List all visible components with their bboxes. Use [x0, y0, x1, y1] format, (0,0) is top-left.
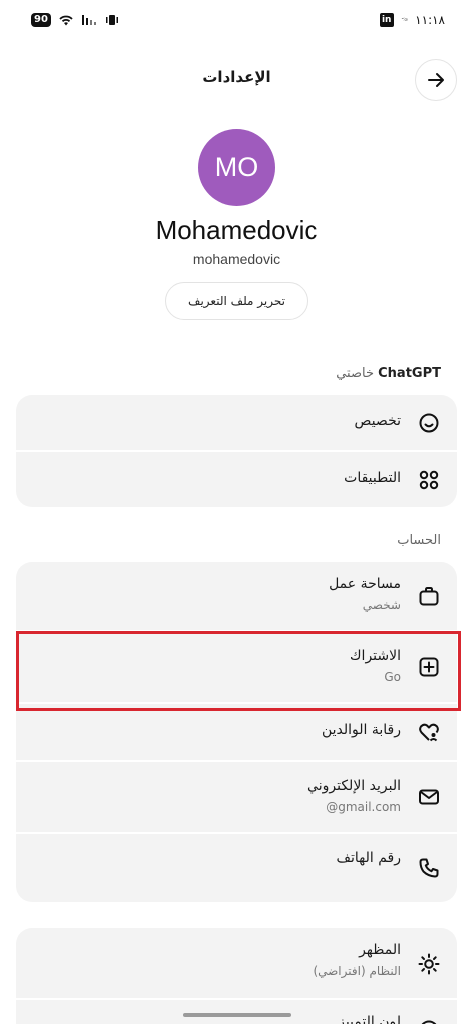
settings-row-phone[interactable]: رقم الهاتف: [16, 834, 457, 902]
header: الإعدادات: [0, 54, 473, 106]
row-text: تخصيص: [355, 413, 401, 429]
sun-icon: [417, 952, 441, 976]
row-label: الاشتراك: [350, 648, 401, 664]
row-text: لون التمييز: [338, 1014, 401, 1024]
settings-row-customize[interactable]: تخصيص: [16, 395, 457, 450]
settings-row-subscription[interactable]: الاشتراك Go: [16, 632, 457, 702]
row-text: المظهر النظام (افتراضي): [313, 942, 401, 978]
row-label: المظهر: [359, 942, 401, 958]
settings-row-accent-color[interactable]: لون التمييز: [16, 1000, 457, 1024]
edit-profile-button[interactable]: تحرير ملف التعريف: [165, 282, 308, 320]
settings-row-appearance[interactable]: المظهر النظام (افتراضي): [16, 928, 457, 998]
row-sublabel: @gmail.com: [326, 800, 401, 814]
row-label: تخصيص: [354, 413, 401, 429]
settings-row-email[interactable]: البريد الإلكتروني @gmail.com: [16, 762, 457, 832]
battery-indicator: 90: [31, 13, 51, 27]
row-label: لون التمييز: [338, 1014, 401, 1024]
avatar[interactable]: MO: [198, 129, 275, 206]
briefcase-icon: [417, 584, 441, 608]
row-label: التطبيقات: [344, 470, 401, 486]
username: mohamedovic: [192, 251, 281, 267]
section-label-account: الحساب: [397, 533, 441, 548]
section-suffix: خاصتي: [336, 366, 374, 381]
signal-icon: [81, 15, 96, 25]
clock: ١١:١٨: [415, 13, 445, 27]
mail-icon: [417, 785, 441, 809]
status-bar: 90 in ৼ৹৹ ١١:١٨: [0, 0, 473, 44]
back-button[interactable]: [415, 59, 457, 101]
row-label: مساحة عمل: [329, 576, 401, 592]
arrow-right-icon: [428, 73, 444, 87]
app-settings-group: المظهر النظام (افتراضي) لون التمييز: [16, 928, 457, 1024]
chatgpt-settings-group: تخصيص التطبيقات: [16, 395, 457, 507]
page-title: الإعدادات: [202, 68, 271, 86]
plus-square-icon: [417, 655, 441, 679]
status-right: in ৼ৹৹ ١١:١٨: [379, 13, 445, 27]
row-text: التطبيقات: [344, 470, 401, 486]
row-sublabel: شخصي: [362, 598, 401, 612]
row-label: رقابة الوالدين: [321, 722, 401, 738]
row-sublabel: Go: [384, 670, 401, 684]
vibrate-icon: [105, 15, 118, 25]
row-label: رقم الهاتف: [336, 850, 401, 866]
apps-grid-icon: [417, 468, 441, 492]
row-text: رقم الهاتف: [337, 850, 401, 866]
network-speed: ৼ৹৹: [401, 17, 408, 23]
row-text: رقابة الوالدين: [322, 722, 401, 738]
phone-icon: [417, 856, 441, 880]
row-text: البريد الإلكتروني @gmail.com: [307, 778, 401, 814]
linkedin-icon: in: [379, 13, 394, 27]
parental-heart-icon: [417, 720, 441, 744]
wifi-icon: [59, 15, 73, 26]
account-settings-group: مساحة عمل شخصي الاشتراك Go رقابة الوالدي…: [16, 562, 457, 902]
status-left: 90: [31, 13, 120, 27]
row-text: الاشتراك Go: [350, 648, 401, 684]
section-brand: ChatGPT: [378, 366, 441, 381]
row-label: البريد الإلكتروني: [307, 778, 401, 794]
row-sublabel: النظام (افتراضي): [313, 964, 401, 978]
row-text: مساحة عمل شخصي: [329, 576, 401, 612]
smiley-icon: [417, 411, 441, 435]
display-name: Mohamedovic: [155, 215, 318, 245]
settings-row-parental-controls[interactable]: رقابة الوالدين: [16, 704, 457, 760]
settings-row-workspace[interactable]: مساحة عمل شخصي: [16, 562, 457, 630]
home-indicator[interactable]: [183, 1013, 291, 1017]
palette-icon: [417, 1018, 441, 1024]
settings-row-apps[interactable]: التطبيقات: [16, 452, 457, 507]
section-label-chatgpt: ChatGPT خاصتي: [336, 366, 441, 381]
